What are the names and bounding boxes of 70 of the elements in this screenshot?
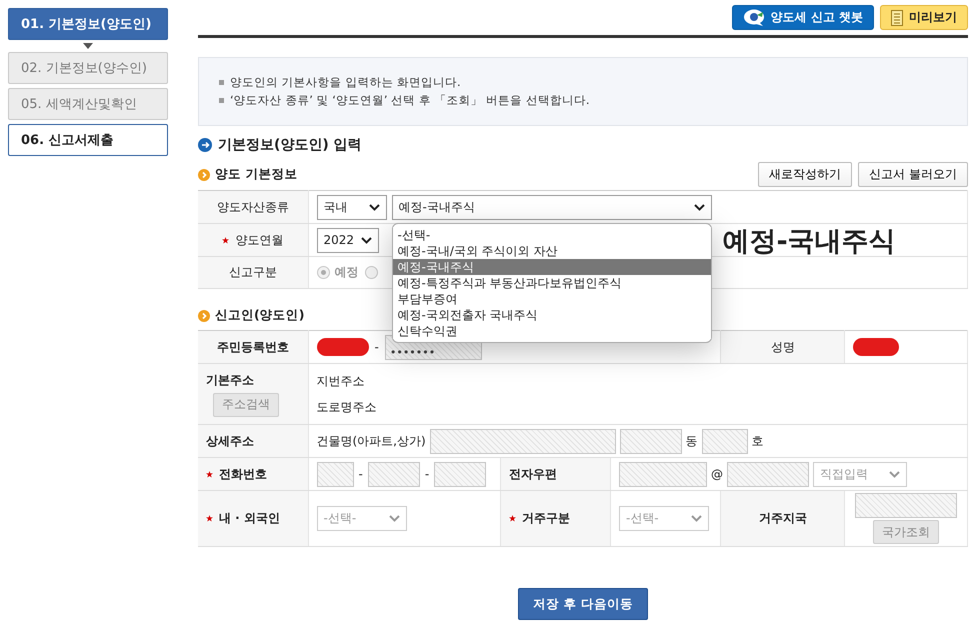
field-caption: 동 [686, 432, 698, 450]
dropdown-option[interactable]: -선택- [392, 226, 710, 242]
step-tab[interactable]: 01. 기본정보(양도인) [8, 8, 168, 40]
field-label: 성명 [770, 340, 795, 354]
bullet-icon [219, 98, 224, 103]
down-triangle-icon [83, 43, 93, 49]
action-button[interactable]: 새로작성하기 [758, 162, 852, 187]
phone-input[interactable] [368, 462, 420, 486]
dropdown-option[interactable]: 예정-국내주식 [392, 258, 710, 274]
chatbot-button[interactable]: 양도세 신고 챗봇 [732, 5, 874, 30]
field-label: 양도연월 [235, 232, 284, 246]
chevron-icon [388, 515, 400, 522]
field-label: 전자우편 [508, 466, 557, 480]
field-caption: 호 [752, 432, 764, 450]
subsection-title: 신고인(양도인) [215, 307, 304, 324]
email-input[interactable] [618, 462, 707, 486]
overlay-caption: 예정-국내주식 [722, 224, 896, 258]
redaction-mark [316, 338, 368, 356]
at-sign-text: @ [710, 467, 723, 481]
field-label: 전화번호 [219, 466, 267, 480]
chevron-icon [694, 204, 704, 210]
notice-text: 양도인의 기본사항을 입력하는 화면입니다. [230, 75, 461, 90]
chevron-circle-icon [198, 168, 210, 180]
country-input[interactable] [855, 493, 958, 518]
field-label: 신고구분 [228, 265, 277, 279]
separator-text: - [358, 467, 363, 481]
address-text: 도로명주소 [316, 398, 378, 416]
arrow-circle-icon [198, 138, 212, 152]
asset-type-select[interactable]: 예정-국내주식 [392, 194, 712, 220]
field-label: 내 · 외국인 [219, 511, 280, 525]
email-domain-input[interactable] [726, 462, 809, 486]
chevron-icon [360, 236, 372, 244]
field-label: 거주지국 [758, 511, 807, 525]
region-select[interactable]: 국내 [316, 194, 386, 220]
field-caption: 건물명(아파트,상가) [316, 432, 426, 450]
building-input[interactable] [430, 428, 616, 454]
chat-bubble-icon [742, 8, 765, 26]
separator-text: - [374, 340, 379, 354]
field-label: 주민등록번호 [216, 340, 289, 354]
chevron-icon [690, 515, 702, 522]
dropdown-option[interactable]: 예정-국내/국외 주식이외 자산 [392, 242, 710, 258]
field-label: 양도자산종류 [216, 200, 289, 214]
subsection-title: 양도 기본정보 [215, 166, 298, 183]
preview-button[interactable]: 미리보기 [880, 5, 968, 30]
notice-text: ‘양도자산 종류’ 및 ‘양도연월’ 선택 후 「조회」 버튼을 선택합니다. [230, 93, 590, 108]
dropdown-option[interactable]: 부담부증여 [392, 290, 710, 306]
dropdown-option[interactable]: 예정-국외전출자 국내주식 [392, 306, 710, 322]
separator-text: - [424, 467, 430, 481]
dropdown-option[interactable]: 신탁수익권 [392, 322, 710, 338]
dong-input[interactable] [620, 428, 682, 454]
chevron-icon [888, 470, 900, 478]
year-select[interactable]: 2022 [316, 228, 378, 252]
field-label: 거주구분 [522, 511, 570, 525]
dropdown-option[interactable]: 예정-특정주식과 부동산과다보유법인주식 [392, 274, 710, 290]
ho-input[interactable] [702, 428, 748, 454]
field-label: 기본주소 [206, 372, 255, 388]
phone-input[interactable] [434, 462, 486, 486]
chevron-circle-icon [198, 310, 210, 322]
document-icon [891, 10, 903, 26]
chevron-icon [368, 204, 380, 210]
radio-label: 예정 [334, 264, 358, 281]
section-title: 기본정보(양도인) 입력 [218, 136, 362, 154]
field-label: 상세주소 [206, 434, 254, 448]
save-next-button[interactable]: 저장 후 다음이동 [518, 588, 648, 620]
bullet-icon [219, 80, 224, 85]
phone-input[interactable] [316, 462, 354, 486]
redaction-mark [853, 338, 900, 356]
action-button[interactable]: 신고서 불러오기 [858, 162, 968, 187]
step-tab[interactable]: 06. 신고서제출 [8, 124, 168, 156]
address-text: 지번주소 [316, 372, 366, 390]
